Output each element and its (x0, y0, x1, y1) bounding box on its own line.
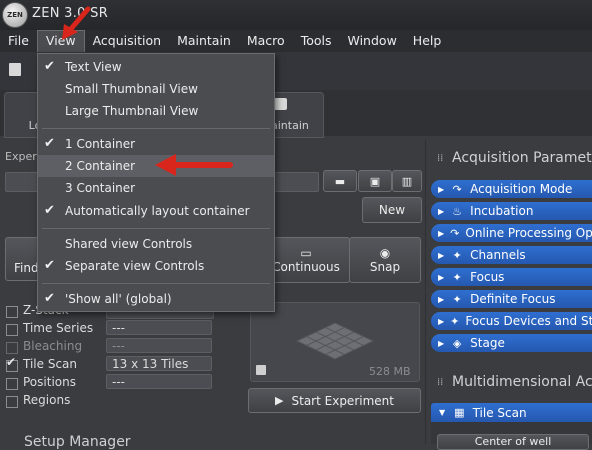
arrow-to-2-container-icon (155, 154, 233, 176)
annotation-arrows (62, 6, 233, 176)
arrow-to-view-menu-icon (62, 6, 91, 40)
